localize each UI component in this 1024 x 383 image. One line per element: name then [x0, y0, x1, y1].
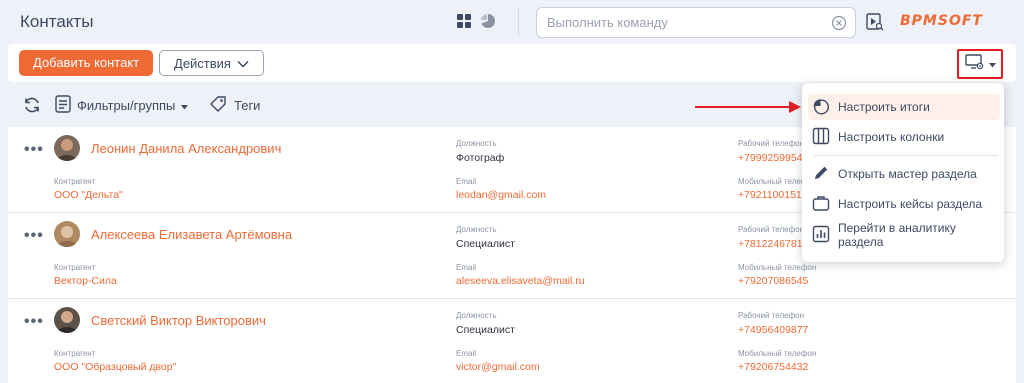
command-input[interactable]: [547, 15, 827, 30]
monitor-settings-icon: [964, 53, 985, 75]
avatar: [54, 221, 80, 247]
position-label: Должность: [456, 139, 497, 148]
email-value[interactable]: aleseeva.elisaveta@mail.ru: [456, 275, 585, 287]
position-value: Фотограф: [456, 152, 505, 164]
bar-chart-icon: [812, 225, 830, 246]
row-menu-icon[interactable]: •••: [24, 227, 44, 245]
menu-item-label: Перейти в аналитику раздела: [838, 221, 956, 249]
briefcase-icon: [812, 194, 830, 215]
position-label: Должность: [456, 311, 497, 320]
mobile-phone-value[interactable]: +79207086545: [738, 275, 808, 287]
account-value[interactable]: ООО "Дельта": [54, 189, 123, 201]
filter-groups-button[interactable]: Фильтры/группы: [55, 95, 189, 116]
toolbar: Добавить контакт Действия: [8, 44, 1016, 82]
work-phone-value[interactable]: +78122467813: [738, 238, 808, 250]
mobile-phone-value[interactable]: +79206754432: [738, 361, 808, 373]
annotation-arrow-icon: [695, 100, 803, 119]
position-value: Специалист: [456, 324, 515, 336]
video-help-icon[interactable]: [866, 13, 884, 36]
tags-button[interactable]: Теги: [209, 95, 260, 116]
work-phone-label: Рабочий телефон: [738, 139, 805, 148]
account-label: Контрагент: [54, 177, 96, 186]
row-menu-icon[interactable]: •••: [24, 141, 44, 159]
caret-down-icon: [988, 55, 996, 73]
divider: [518, 8, 519, 36]
account-label: Контрагент: [54, 349, 96, 358]
menu-item-section-wizard[interactable]: Открыть мастер раздела: [808, 161, 1000, 187]
menu-item-label: Открыть мастер раздела: [838, 167, 977, 181]
work-phone-label: Рабочий телефон: [738, 311, 805, 320]
email-label: Email: [456, 263, 477, 272]
refresh-icon[interactable]: [23, 96, 41, 119]
email-value[interactable]: victor@gmail.com: [456, 361, 540, 373]
filter-groups-label: Фильтры/группы: [77, 98, 176, 113]
row-menu-icon[interactable]: •••: [24, 313, 44, 331]
filter-list-icon: [55, 95, 71, 116]
view-settings-button[interactable]: [957, 49, 1003, 79]
add-contact-button[interactable]: Добавить контакт: [19, 50, 154, 76]
work-phone-label: Рабочий телефон: [738, 225, 805, 234]
logo: BPMSOFT: [900, 13, 983, 29]
position-value: Специалист: [456, 238, 515, 250]
view-settings-menu: Настроить итоги Настроить колонки Открыт…: [802, 83, 1004, 262]
email-label: Email: [456, 177, 477, 186]
caret-down-icon: [181, 98, 189, 113]
account-label: Контрагент: [54, 263, 96, 272]
view-switcher: [456, 13, 496, 34]
pencil-icon: [812, 164, 830, 185]
menu-divider: [814, 155, 998, 156]
email-value[interactable]: leodan@gmail.com: [456, 189, 546, 201]
menu-item-label: Настроить кейсы раздела: [838, 197, 983, 211]
actions-button[interactable]: Действия: [159, 50, 264, 76]
actions-label: Действия: [174, 55, 231, 71]
tags-label: Теги: [234, 98, 261, 113]
mobile-phone-label: Мобильный телефон: [738, 349, 817, 358]
command-line: [536, 7, 856, 38]
menu-item-section-analytics[interactable]: Перейти в аналитику раздела: [808, 221, 1000, 249]
tag-icon: [209, 95, 227, 116]
list-item[interactable]: ••• Светский Виктор Викторович Должность…: [8, 299, 1016, 383]
pie-chart-icon: [812, 97, 830, 118]
work-phone-value[interactable]: +79992599545: [738, 152, 808, 164]
contact-name[interactable]: Светский Виктор Викторович: [91, 313, 266, 328]
avatar: [54, 135, 80, 161]
account-value[interactable]: ООО "Образцовый двор": [54, 361, 176, 373]
page-title: Контакты: [20, 12, 94, 31]
header: Контакты BPMSOFT: [0, 0, 1024, 44]
grid-view-icon[interactable]: [456, 13, 472, 34]
contact-name[interactable]: Алексеева Елизавета Артёмовна: [91, 227, 292, 242]
menu-item-label: Настроить итоги: [838, 100, 930, 114]
chevron-down-icon: [237, 56, 249, 71]
analytics-view-icon[interactable]: [480, 13, 496, 34]
work-phone-value[interactable]: +74956409877: [738, 324, 808, 336]
mobile-phone-value[interactable]: +79211001515: [738, 189, 808, 201]
contact-name[interactable]: Леонин Данила Александрович: [91, 141, 281, 156]
position-label: Должность: [456, 225, 497, 234]
columns-icon: [812, 127, 830, 148]
menu-item-section-cases[interactable]: Настроить кейсы раздела: [808, 191, 1000, 217]
menu-item-label: Настроить колонки: [838, 130, 945, 144]
mobile-phone-label: Мобильный телефон: [738, 263, 817, 272]
email-label: Email: [456, 349, 477, 358]
avatar: [54, 307, 80, 333]
menu-item-setup-columns[interactable]: Настроить колонки: [808, 124, 1000, 150]
account-value[interactable]: Вектор-Сила: [54, 275, 117, 287]
menu-item-setup-totals[interactable]: Настроить итоги: [808, 94, 1000, 120]
clear-icon[interactable]: [831, 15, 847, 36]
